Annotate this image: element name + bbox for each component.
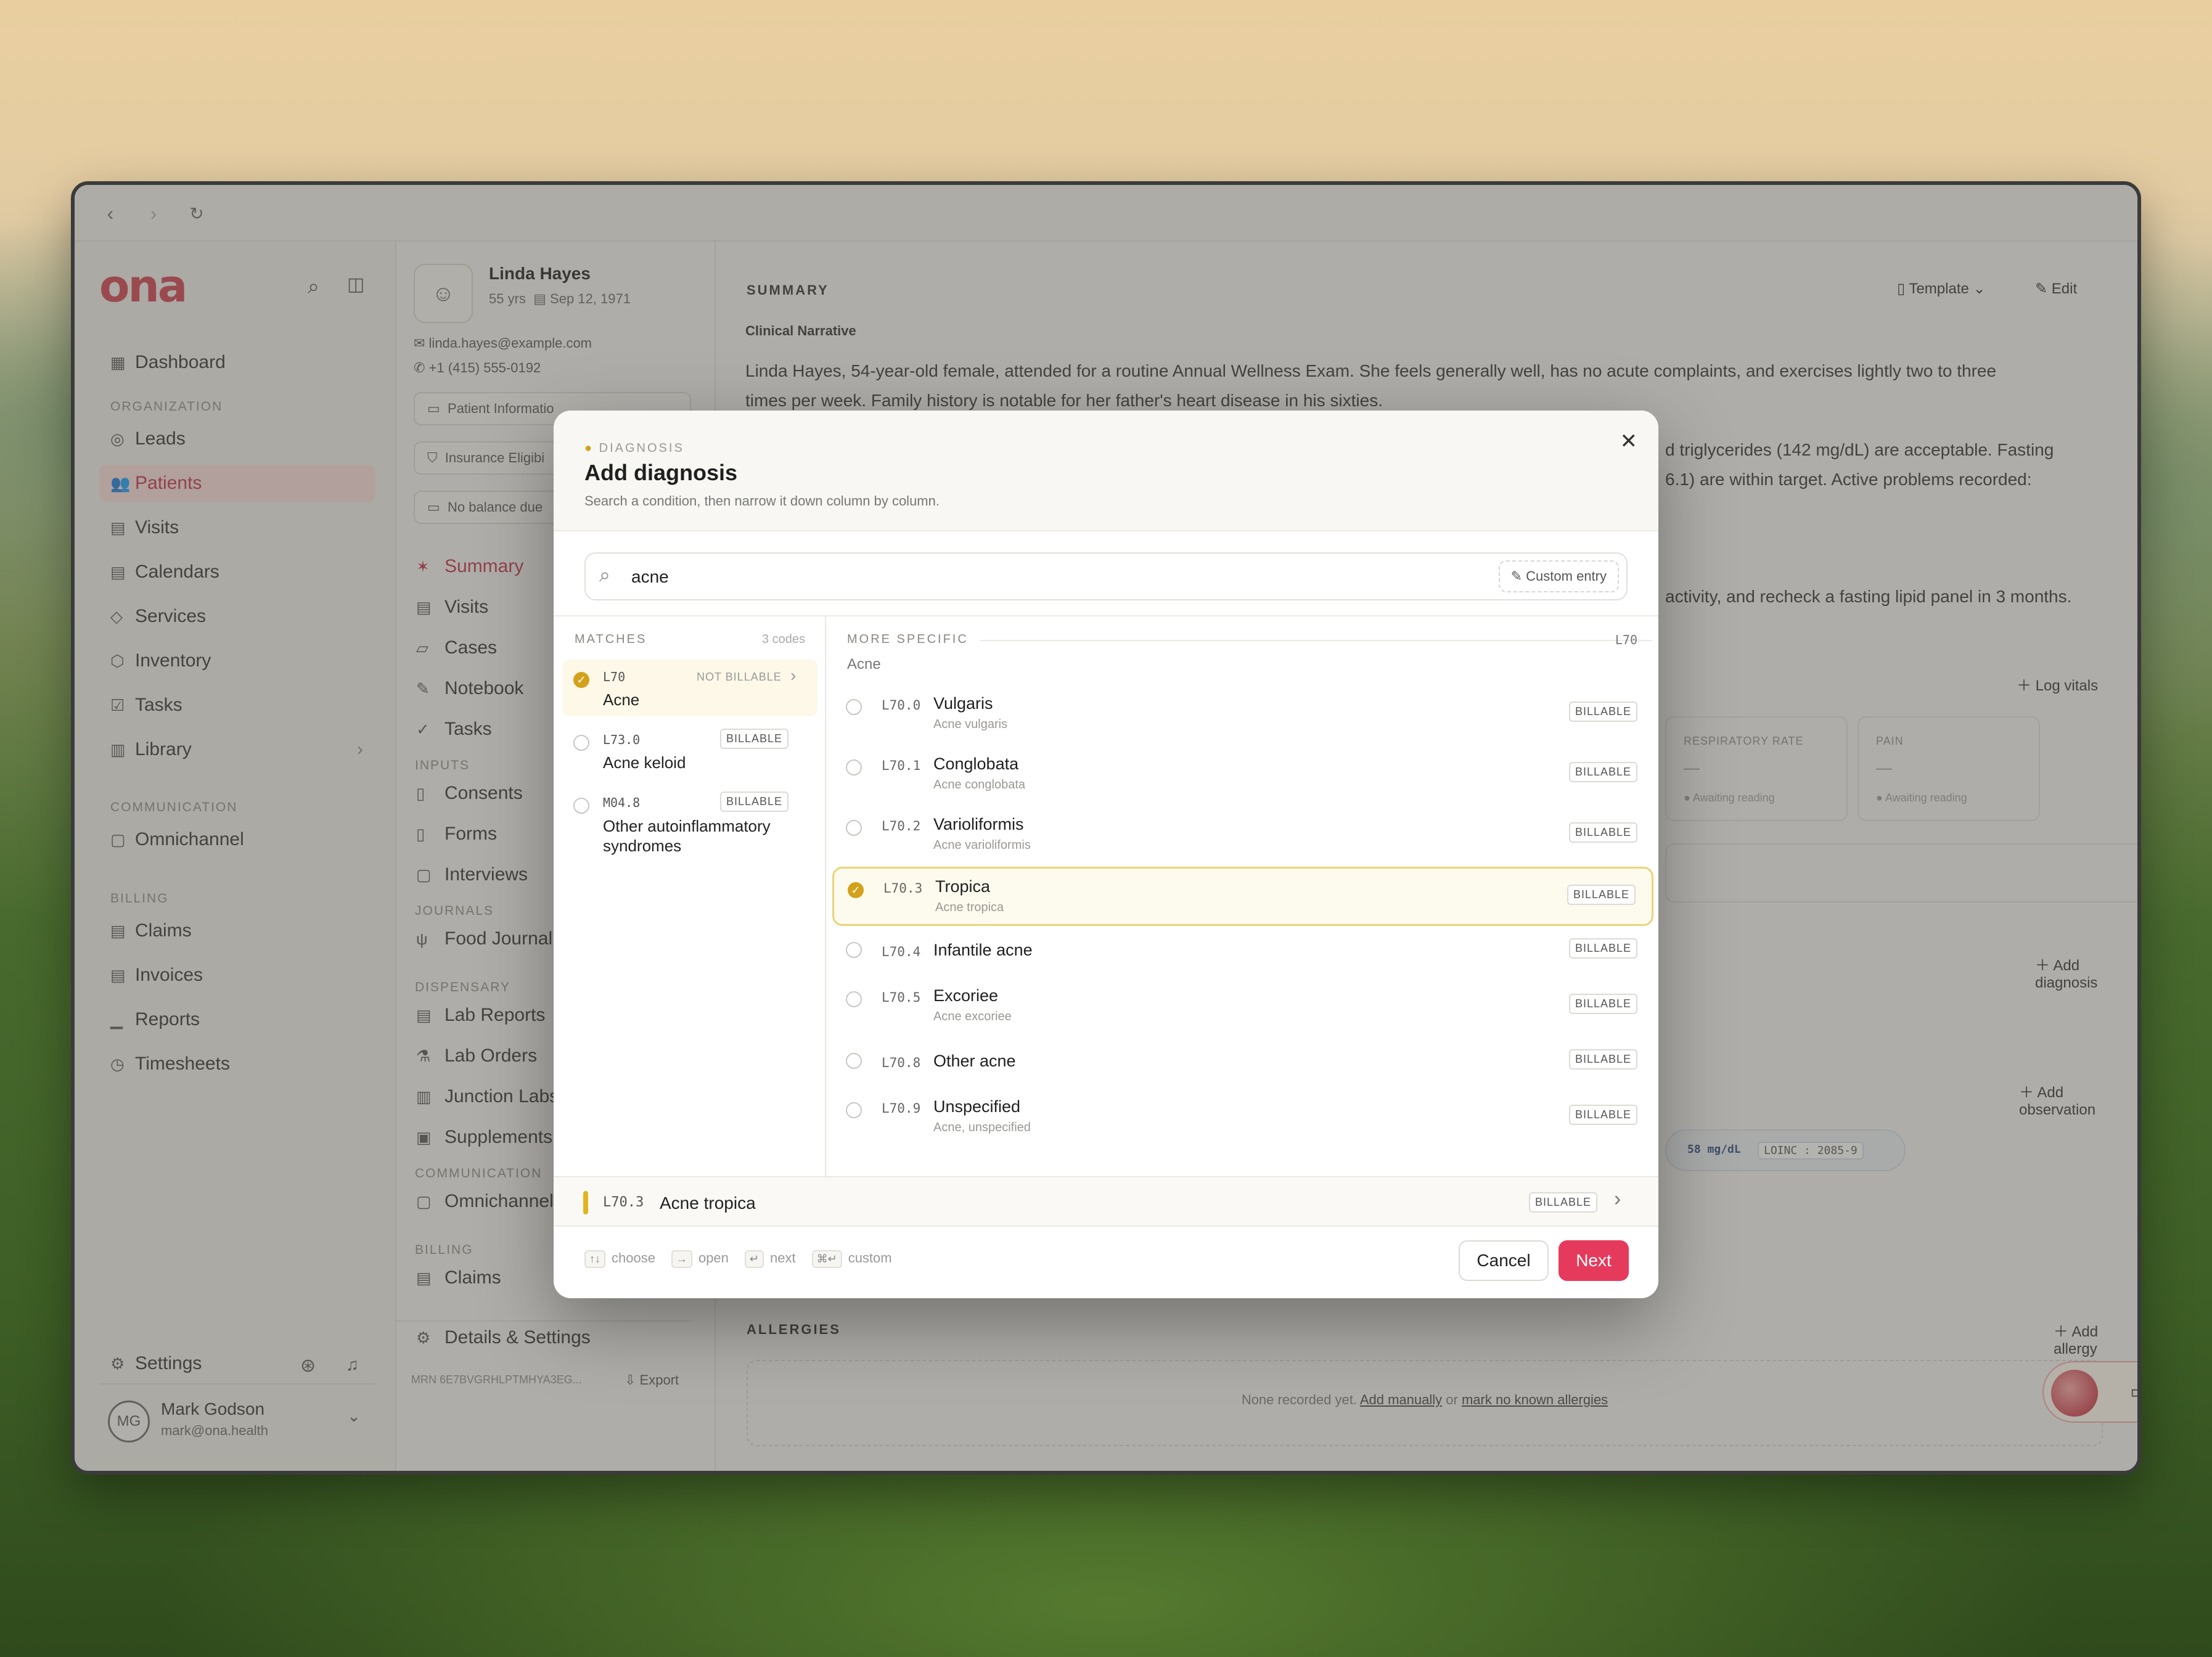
- code-label: L70.3: [883, 881, 923, 896]
- specific-code-row[interactable]: L70.1 Conglobata Acne conglobata BILLABLE: [832, 746, 1653, 803]
- code-label: L70.9: [882, 1101, 921, 1116]
- search-input[interactable]: acne: [631, 567, 669, 587]
- selection-code: L70.3: [603, 1195, 644, 1210]
- code-name: Infantile acne: [933, 941, 1033, 959]
- matches-count: 3 codes: [761, 632, 805, 646]
- cancel-button[interactable]: Cancel: [1459, 1240, 1549, 1281]
- billable-tag: BILLABLE: [1568, 994, 1637, 1014]
- billable-tag: BILLABLE: [1568, 938, 1637, 959]
- next-button[interactable]: Next: [1559, 1240, 1629, 1281]
- selection-marker: [583, 1191, 588, 1214]
- specific-code-row[interactable]: L70.2 Varioliformis Acne varioliformis BILL…: [832, 806, 1653, 863]
- code-description: Acne conglobata: [933, 778, 1026, 792]
- specific-code-row[interactable]: L70.8 Other acne BILLABLE: [832, 1038, 1653, 1084]
- billable-tag: BILLABLE: [1529, 1192, 1598, 1213]
- pencil-icon: ✎: [1510, 568, 1526, 584]
- status-dot-icon: ●: [584, 441, 594, 455]
- modal-title: Add diagnosis: [584, 460, 738, 485]
- diagnosis-search: ⌕ acne ✎ Custom entry: [584, 552, 1628, 600]
- code-label: L70.0: [882, 698, 921, 713]
- hint: ↵ next: [744, 1250, 796, 1268]
- code-description: Acne excoriee: [933, 1010, 1012, 1023]
- billable-tag: BILLABLE: [1568, 1105, 1637, 1125]
- specific-code-row[interactable]: L70.0 Vulgaris Acne vulgaris BILLABLE: [832, 685, 1653, 742]
- divider: [980, 640, 1652, 641]
- specific-code-row[interactable]: ✓ L70.3 Tropica Acne tropica BILLABLE: [832, 867, 1653, 926]
- chevron-right-icon: ›: [1614, 1187, 1621, 1211]
- specific-code-row[interactable]: L70.9 Unspecified Acne, unspecified BILLABL…: [832, 1089, 1653, 1145]
- billable-tag: BILLABLE: [1567, 885, 1636, 905]
- parent-name: Acne: [847, 656, 881, 673]
- selection-name: Acne tropica: [660, 1193, 756, 1213]
- code-label: L70.2: [882, 819, 921, 833]
- radio-button: [846, 991, 862, 1007]
- check-icon: ✓: [573, 672, 589, 688]
- hint: → open: [671, 1250, 729, 1268]
- code-name: Unspecified: [933, 1097, 1021, 1116]
- specific-code-row[interactable]: L70.4 Infantile acne BILLABLE: [832, 927, 1653, 973]
- billable-tag: BILLABLE: [1568, 762, 1637, 782]
- modal-footer: L70.3 Acne tropica BILLABLE › ↑↓ choose →…: [554, 1176, 1658, 1298]
- billable-tag: BILLABLE: [1568, 822, 1637, 843]
- matches-column: MATCHES 3 codes ✓ L70 Acne NOT BILLABLE …: [554, 615, 826, 1176]
- chevron-right-icon: ›: [790, 666, 797, 685]
- check-icon: ✓: [848, 882, 864, 898]
- more-specific-label: MORE SPECIFIC: [847, 632, 969, 646]
- code-label: L70.4: [882, 944, 921, 959]
- code-name: Vulgaris: [933, 694, 993, 713]
- radio-button: [846, 1053, 862, 1069]
- match-item[interactable]: L73.0 Acne keloid BILLABLE: [562, 722, 817, 779]
- hint: ⌘↵ custom: [811, 1250, 892, 1268]
- match-item[interactable]: M04.8 Other autoinflammatory syndromes B…: [562, 785, 817, 859]
- code-name: Excoriee: [933, 986, 999, 1005]
- billable-tag: BILLABLE: [1568, 1049, 1637, 1070]
- billable-tag: BILLABLE: [720, 792, 789, 812]
- radio-button: [846, 942, 862, 958]
- match-item[interactable]: ✓ L70 Acne NOT BILLABLE ›: [562, 660, 817, 716]
- billable-tag: NOT BILLABLE: [697, 671, 782, 683]
- code-description: Acne, unspecified: [933, 1121, 1031, 1134]
- radio-button: [846, 759, 862, 775]
- code-name: Conglobata: [933, 755, 1019, 773]
- code-description: Acne varioliformis: [933, 838, 1031, 852]
- hint: ↑↓ choose: [584, 1250, 655, 1268]
- radio-button: [573, 735, 589, 751]
- modal-subtitle: Search a condition, then narrow it down …: [584, 493, 940, 509]
- modal-header: ● DIAGNOSIS Add diagnosis Search a condi…: [554, 411, 1658, 531]
- keyboard-hints: ↑↓ choose → open ↵ next ⌘↵ custom: [584, 1250, 892, 1268]
- selection-summary[interactable]: L70.3 Acne tropica BILLABLE ›: [554, 1176, 1658, 1227]
- radio-button: [846, 820, 862, 836]
- billable-tag: BILLABLE: [1568, 702, 1637, 722]
- close-icon[interactable]: ✕: [1620, 429, 1638, 454]
- code-label: L70.5: [882, 990, 921, 1005]
- code-label: L70.8: [882, 1055, 921, 1070]
- radio-button: [573, 798, 589, 814]
- billable-tag: BILLABLE: [720, 729, 789, 749]
- radio-button: [846, 699, 862, 715]
- code-label: L70.1: [882, 758, 921, 773]
- code-description: Acne vulgaris: [933, 718, 1008, 731]
- radio-button: [846, 1102, 862, 1118]
- specific-code-row[interactable]: L70.5 Excoriee Acne excoriee BILLABLE: [832, 978, 1653, 1034]
- modal-eyebrow: DIAGNOSIS: [599, 441, 684, 455]
- parent-code: L70: [1615, 632, 1637, 647]
- matches-label: MATCHES: [575, 632, 647, 646]
- custom-entry-button[interactable]: ✎ Custom entry: [1498, 560, 1619, 592]
- more-specific-column: MORE SPECIFIC L70 Acne L70.0 Vulgaris Acne…: [826, 615, 1658, 1176]
- add-diagnosis-modal: ● DIAGNOSIS Add diagnosis Search a condi…: [554, 411, 1658, 1298]
- code-name: Tropica: [935, 877, 991, 896]
- search-icon: ⌕: [599, 563, 610, 586]
- code-description: Acne tropica: [935, 901, 1004, 914]
- code-name: Other acne: [933, 1052, 1016, 1070]
- code-name: Varioliformis: [933, 815, 1024, 833]
